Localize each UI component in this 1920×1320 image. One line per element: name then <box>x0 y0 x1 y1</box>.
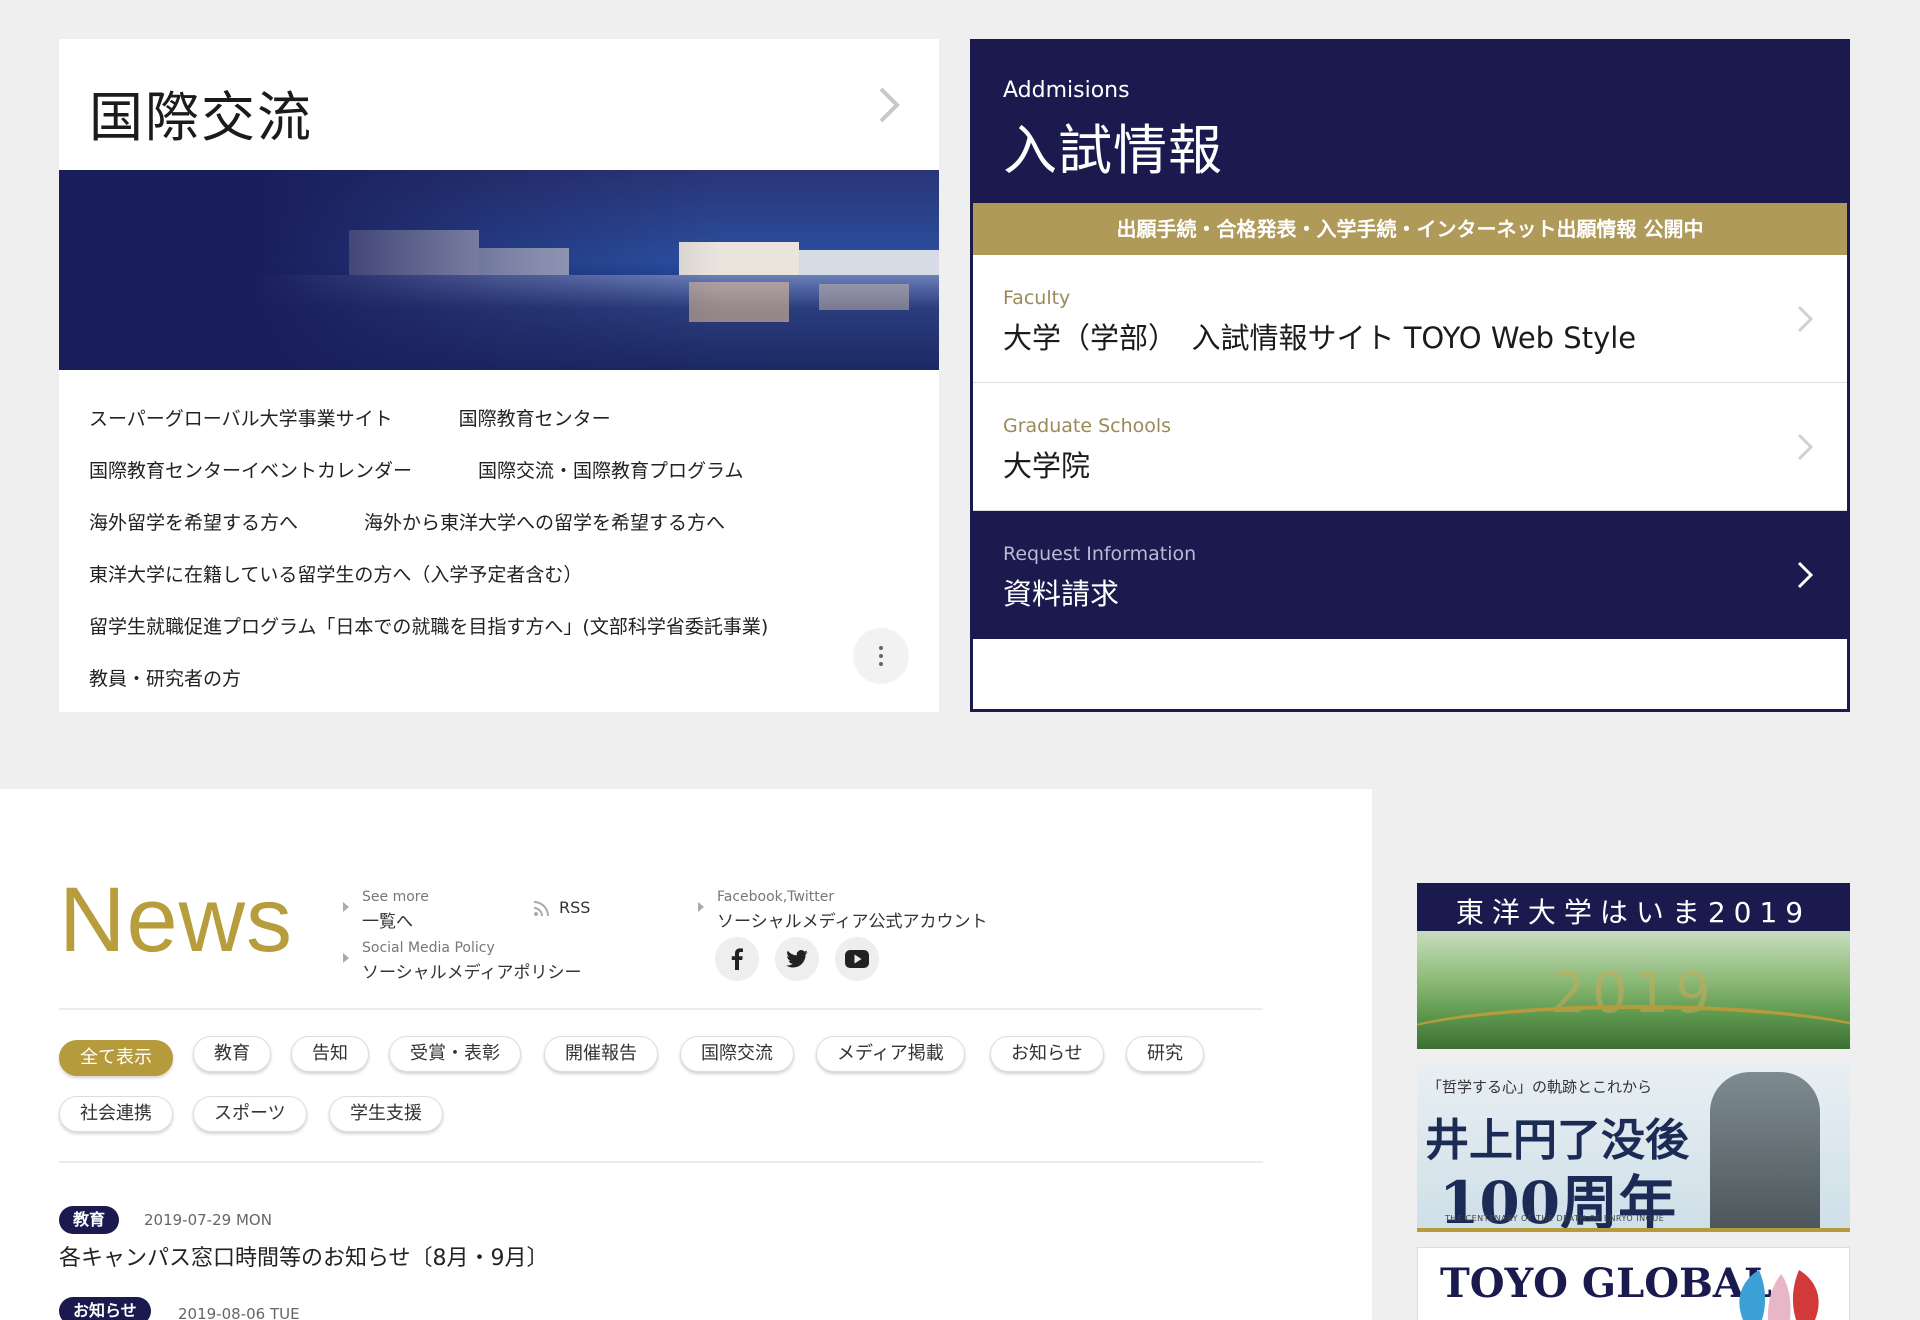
facebook-button[interactable] <box>715 937 759 981</box>
international-header[interactable]: 国際交流 <box>59 39 939 170</box>
banner-caption: THE CENTENARY OF THE DEATH OF ENRYO INOU… <box>1445 1214 1665 1223</box>
triangle-right-icon <box>343 953 349 963</box>
policy-ja: ソーシャルメディアポリシー <box>362 963 582 983</box>
tag-international[interactable]: 国際交流 <box>680 1036 794 1072</box>
tag-notice[interactable]: お知らせ <box>990 1036 1104 1072</box>
social-policy-link[interactable]: Social Media Policy ソーシャルメディアポリシー <box>362 940 581 983</box>
international-links: スーパーグローバル大学事業サイト 国際教育センター 国際教育センターイベントカレ… <box>89 391 909 703</box>
international-card: 国際交流 スーパーグローバル大学事業サイト 国際教育センター 国際教育センターイ… <box>59 39 939 712</box>
banner-sidebar <box>1372 789 1920 1320</box>
admissions-title: 入試情報 <box>1003 119 1223 182</box>
admissions-subtitle: Addmisions <box>1003 78 1130 103</box>
tag-education[interactable]: 教育 <box>193 1036 271 1072</box>
banner-small-text: 「哲学する心」の軌跡とこれから <box>1427 1078 1653 1096</box>
news-headline[interactable]: 各キャンパス窓口時間等のお知らせ〔8月・9月〕 <box>59 1240 549 1272</box>
chevron-right-icon <box>1797 305 1814 333</box>
toyo-global-logo-icon <box>1739 1270 1819 1320</box>
news-category-badge: お知らせ <box>59 1297 151 1320</box>
see-more-link[interactable]: See more 一覧へ <box>362 889 429 932</box>
policy-en: Social Media Policy <box>362 940 495 956</box>
tag-event-report[interactable]: 開催報告 <box>544 1036 658 1072</box>
link-sgu-site[interactable]: スーパーグローバル大学事業サイト <box>89 404 393 431</box>
admissions-item-faculty[interactable]: Faculty 大学（学部） 入試情報サイト TOYO Web Style <box>973 255 1847 383</box>
youtube-icon <box>845 950 869 968</box>
divider <box>59 1008 1263 1010</box>
banner-toyo-now-title: 東洋大学はいま2019 <box>1455 896 1812 929</box>
banner-toyo-global-title: TOYO GLOBAL <box>1440 1260 1773 1307</box>
banner-enryo-centenary[interactable]: 「哲学する心」の軌跡とこれから 井上円了没後 100周年 THE CENTENA… <box>1417 1064 1850 1232</box>
twitter-button[interactable] <box>775 937 819 981</box>
see-more-ja: 一覧へ <box>362 912 413 932</box>
link-intl-edu-center[interactable]: 国際教育センター <box>459 404 611 431</box>
tag-sports[interactable]: スポーツ <box>193 1096 307 1132</box>
tag-media[interactable]: メディア掲載 <box>816 1036 965 1072</box>
tag-student-support[interactable]: 学生支援 <box>329 1096 443 1132</box>
tag-announcement[interactable]: 告知 <box>291 1036 369 1072</box>
link-current-intl-students[interactable]: 東洋大学に在籍している留学生の方へ（入学予定者含む） <box>89 560 582 587</box>
banner-toyo-now[interactable]: 東洋大学はいま2019 2019 <box>1417 883 1850 1049</box>
sns-accounts-link[interactable]: Facebook,Twitter ソーシャルメディア公式アカウント <box>717 889 987 932</box>
link-employment-program[interactable]: 留学生就職促進プログラム「日本での就職を目指す方へ」(文部科学省委託事業) <box>89 612 768 639</box>
item-ja-label: 資料請求 <box>1003 577 1120 611</box>
news-date: 2019-08-06 TUE <box>178 1305 300 1320</box>
facebook-icon <box>731 948 743 970</box>
triangle-right-icon <box>343 902 349 912</box>
link-event-calendar[interactable]: 国際教育センターイベントカレンダー <box>89 456 412 483</box>
twitter-icon <box>786 950 808 968</box>
admissions-header[interactable]: Addmisions 入試情報 <box>973 42 1847 203</box>
tag-all[interactable]: 全て表示 <box>59 1040 173 1076</box>
news-title: News <box>59 869 294 971</box>
sns-en: Facebook,Twitter <box>717 889 835 905</box>
triangle-right-icon <box>698 902 704 912</box>
item-en-label: Graduate Schools <box>1003 415 1172 437</box>
more-options-button[interactable] <box>853 628 909 684</box>
chevron-right-icon <box>879 87 900 123</box>
link-study-abroad[interactable]: 海外留学を希望する方へ <box>89 508 298 535</box>
more-vertical-icon <box>879 644 883 668</box>
rss-link[interactable]: RSS <box>533 898 590 917</box>
item-en-label: Request Information <box>1003 543 1197 565</box>
youtube-button[interactable] <box>835 937 879 981</box>
admissions-banner[interactable]: 出願手続・合格発表・入学手続・インターネット出願情報 公開中 <box>973 203 1847 255</box>
see-more-en: See more <box>362 889 429 905</box>
link-faculty-researchers[interactable]: 教員・研究者の方 <box>89 664 241 691</box>
banner-toyo-global[interactable]: TOYO GLOBAL <box>1417 1247 1850 1320</box>
rss-icon <box>533 900 549 916</box>
admissions-item-request[interactable]: Request Information 資料請求 <box>973 511 1847 639</box>
item-ja-label: 大学院 <box>1003 449 1091 483</box>
link-intl-programs[interactable]: 国際交流・国際教育プログラム <box>478 456 743 483</box>
divider <box>59 1161 1263 1163</box>
admissions-item-graduate[interactable]: Graduate Schools 大学院 <box>973 383 1847 511</box>
item-en-label: Faculty <box>1003 287 1071 309</box>
tag-social[interactable]: 社会連携 <box>59 1096 173 1132</box>
admissions-card: Addmisions 入試情報 出願手続・合格発表・入学手続・インターネット出願… <box>970 39 1850 712</box>
sns-ja: ソーシャルメディア公式アカウント <box>717 912 988 932</box>
rss-label: RSS <box>559 898 591 917</box>
tag-research[interactable]: 研究 <box>1126 1036 1204 1072</box>
tag-awards[interactable]: 受賞・表彰 <box>389 1036 521 1072</box>
news-date: 2019-07-29 MON <box>144 1211 272 1229</box>
chevron-right-icon <box>1797 433 1814 461</box>
item-ja-label: 大学（学部） 入試情報サイト TOYO Web Style <box>1003 321 1637 355</box>
news-category-badge: 教育 <box>59 1206 120 1234</box>
statue-image <box>1710 1072 1820 1228</box>
campus-photo <box>59 170 939 370</box>
link-study-at-toyo[interactable]: 海外から東洋大学への留学を希望する方へ <box>364 508 725 535</box>
international-title: 国際交流 <box>89 86 313 149</box>
chevron-right-icon <box>1797 561 1814 589</box>
